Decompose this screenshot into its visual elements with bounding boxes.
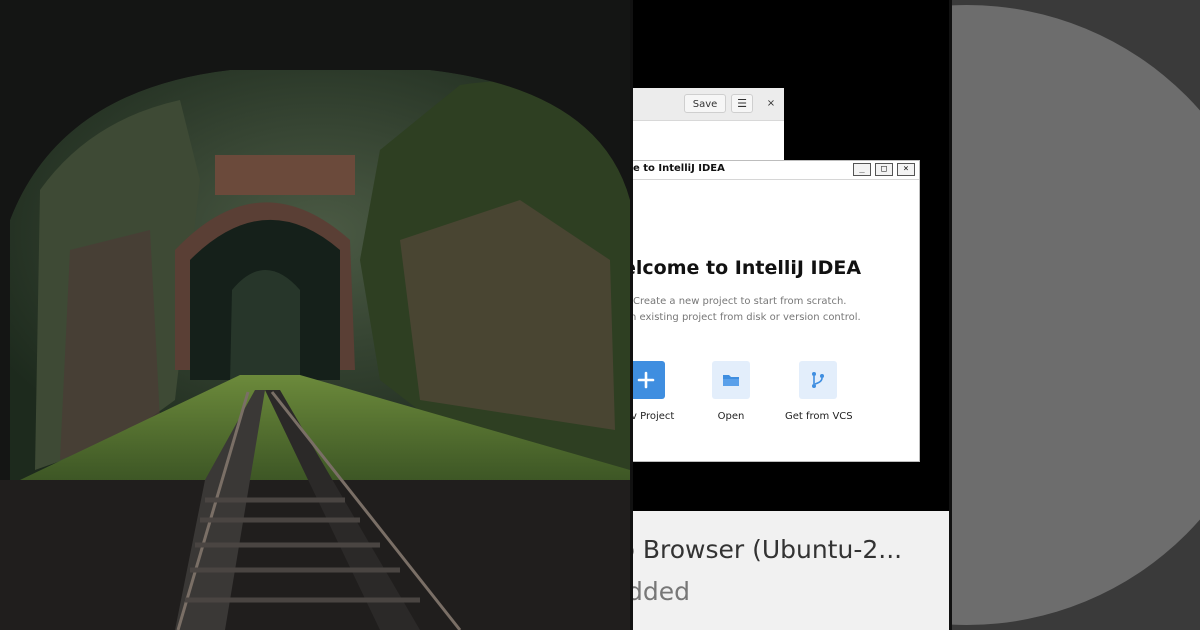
- open-label: Open: [717, 411, 745, 422]
- folder-icon[interactable]: [712, 361, 750, 399]
- save-dialog-window: Save ☰ ×: [633, 88, 784, 160]
- save-dialog-titlebar: Save ☰ ×: [633, 88, 784, 121]
- save-button[interactable]: Save: [684, 94, 726, 113]
- open-action[interactable]: Open: [712, 361, 750, 422]
- window-title: e to IntelliJ IDEA: [633, 163, 725, 174]
- app-entry-title: b Browser (Ubuntu-2...: [633, 535, 903, 564]
- decorative-circle-panel: [952, 0, 1200, 630]
- app-entry-card[interactable]: b Browser (Ubuntu-2... dded: [633, 511, 949, 630]
- tunnel-photo: [0, 0, 630, 630]
- new-project-label: v Project: [633, 411, 675, 422]
- circle-graphic: [952, 5, 1200, 625]
- tunnel-photo-graphic: [0, 0, 630, 630]
- hamburger-menu-icon[interactable]: ☰: [731, 94, 753, 113]
- welcome-heading: elcome to IntelliJ IDEA: [633, 257, 862, 279]
- intellij-titlebar: e to IntelliJ IDEA _ □ ×: [633, 161, 919, 180]
- welcome-line-2: n existing project from disk or version …: [633, 312, 861, 323]
- new-project-action[interactable]: v Project: [633, 361, 674, 422]
- plus-icon[interactable]: [633, 361, 665, 399]
- window-close-icon[interactable]: ×: [897, 163, 915, 176]
- screenshot-panel: Save ☰ × e to IntelliJ IDEA _ □ × elcome…: [633, 0, 949, 630]
- close-icon[interactable]: ×: [761, 94, 781, 113]
- maximize-icon[interactable]: □: [875, 163, 893, 176]
- welcome-line-1: Create a new project to start from scrat…: [633, 296, 847, 307]
- vcs-branch-icon[interactable]: [799, 361, 837, 399]
- get-from-vcs-label: Get from VCS: [785, 411, 853, 422]
- get-from-vcs-action[interactable]: Get from VCS: [785, 361, 853, 422]
- minimize-icon[interactable]: _: [853, 163, 871, 176]
- intellij-welcome-window: e to IntelliJ IDEA _ □ × elcome to Intel…: [633, 160, 920, 462]
- app-entry-status: dded: [633, 577, 690, 606]
